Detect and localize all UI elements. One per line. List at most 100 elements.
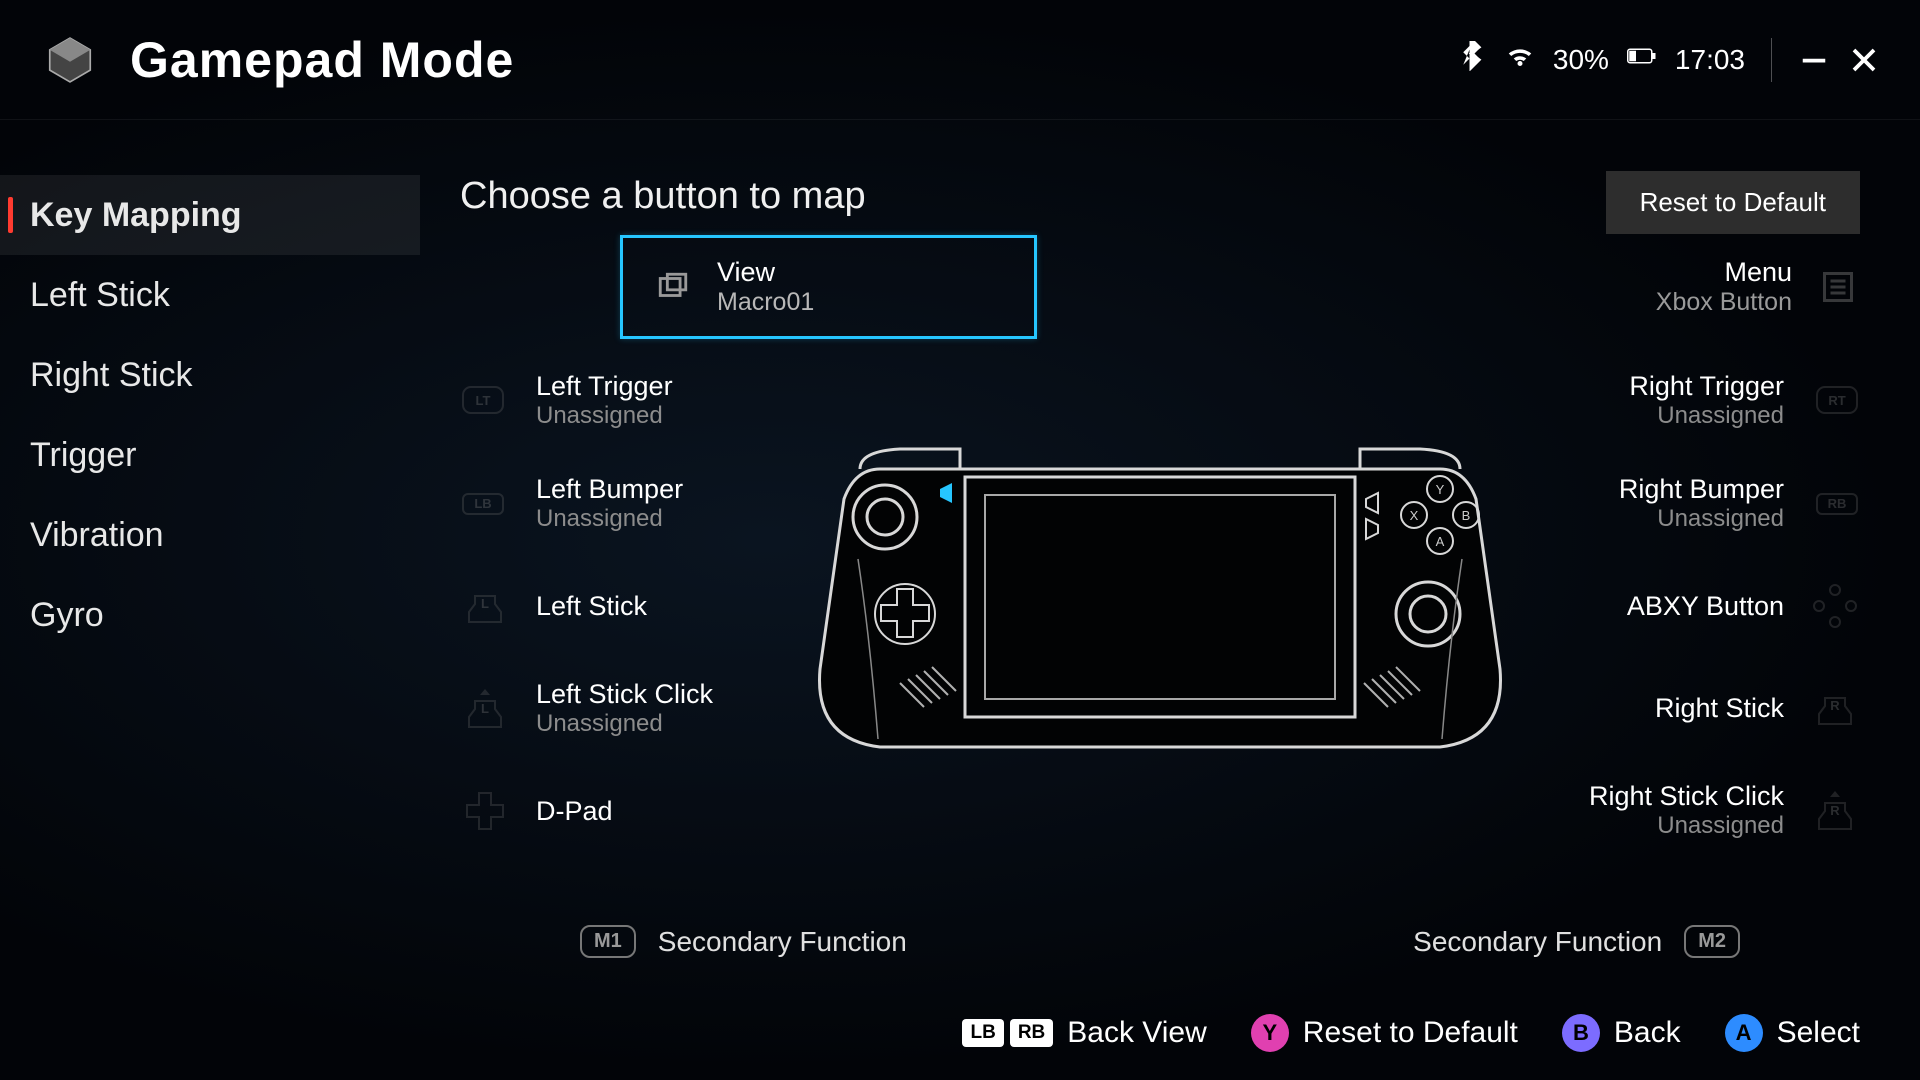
b-button-icon: B: [1562, 1014, 1600, 1052]
battery-percent: 30%: [1553, 44, 1609, 76]
map-label: Right Stick: [1655, 693, 1784, 724]
lb-tag: LB: [962, 1019, 1003, 1047]
sidebar-item-gyro[interactable]: Gyro: [0, 575, 420, 655]
sidebar-item-right-stick[interactable]: Right Stick: [0, 335, 420, 415]
map-sublabel: Unassigned: [1589, 812, 1784, 840]
view-icon: [653, 267, 693, 307]
sidebar-item-label: Gyro: [30, 596, 104, 635]
mapping-left-trigger[interactable]: LT Left Trigger Unassigned: [460, 371, 800, 430]
divider: [1771, 38, 1772, 82]
mapping-left-bumper[interactable]: LB Left Bumper Unassigned: [460, 474, 800, 533]
menu-title: Menu: [1656, 257, 1792, 288]
hint-label: Back View: [1067, 1016, 1207, 1050]
sidebar-item-label: Key Mapping: [30, 196, 242, 235]
hint-select[interactable]: A Select: [1725, 1014, 1860, 1052]
lb-icon: LB: [460, 483, 510, 525]
map-sublabel: Unassigned: [536, 402, 673, 430]
hint-back[interactable]: B Back: [1562, 1014, 1681, 1052]
map-sublabel: Unassigned: [536, 710, 713, 738]
menu-subtitle: Xbox Button: [1656, 288, 1792, 317]
map-label: ABXY Button: [1627, 591, 1784, 622]
mapping-right-stick-click[interactable]: Right Stick Click Unassigned R: [1520, 781, 1860, 840]
svg-text:RT: RT: [1828, 393, 1845, 408]
header: Gamepad Mode 30% 17:03: [0, 0, 1920, 120]
menu-icon: [1816, 265, 1860, 309]
hint-label: Back: [1614, 1016, 1681, 1050]
mapping-right-stick[interactable]: Right Stick R: [1520, 679, 1860, 737]
mapping-right-column: Right Trigger Unassigned RT Right Bumper…: [1520, 371, 1860, 840]
secondary-label: Secondary Function: [1413, 926, 1662, 958]
sidebar-item-label: Vibration: [30, 516, 164, 555]
svg-text:L: L: [481, 701, 489, 716]
page-title: Gamepad Mode: [130, 31, 514, 89]
hint-back-view[interactable]: LB RB Back View: [962, 1016, 1206, 1050]
handheld-illustration: Y A X B: [800, 439, 1520, 759]
secondary-m1[interactable]: M1 Secondary Function: [580, 925, 907, 958]
hint-label: Select: [1777, 1016, 1860, 1050]
svg-text:B: B: [1462, 508, 1471, 523]
mapping-left-stick[interactable]: L Left Stick: [460, 577, 800, 635]
map-label: Right Stick Click: [1589, 781, 1784, 812]
sidebar-item-vibration[interactable]: Vibration: [0, 495, 420, 575]
reset-default-button[interactable]: Reset to Default: [1606, 171, 1860, 234]
svg-text:R: R: [1830, 698, 1840, 713]
lt-icon: LT: [460, 380, 510, 422]
sidebar: Key Mapping Left Stick Right Stick Trigg…: [0, 175, 420, 655]
footer-hints: LB RB Back View Y Reset to Default B Bac…: [962, 1014, 1860, 1052]
mapping-right-bumper[interactable]: Right Bumper Unassigned RB: [1520, 474, 1860, 533]
map-label: Left Bumper: [536, 474, 683, 505]
svg-text:Y: Y: [1436, 482, 1445, 497]
secondary-row: M1 Secondary Function Secondary Function…: [460, 925, 1860, 958]
secondary-label: Secondary Function: [658, 926, 907, 958]
m2-badge: M2: [1684, 925, 1740, 958]
close-button[interactable]: [1848, 44, 1880, 76]
svg-text:LT: LT: [476, 393, 491, 408]
svg-text:LB: LB: [474, 496, 491, 511]
mapping-view-button[interactable]: View Macro01: [620, 235, 1037, 339]
rb-icon: RB: [1810, 483, 1860, 525]
left-stick-click-icon: L: [460, 688, 510, 730]
map-label: Left Trigger: [536, 371, 673, 402]
sidebar-item-key-mapping[interactable]: Key Mapping: [0, 175, 420, 255]
right-stick-click-icon: R: [1810, 790, 1860, 832]
clock-time: 17:03: [1675, 44, 1745, 76]
svg-text:L: L: [481, 596, 489, 611]
m1-badge: M1: [580, 925, 636, 958]
a-button-icon: A: [1725, 1014, 1763, 1052]
rt-icon: RT: [1810, 380, 1860, 422]
mapping-left-column: LT Left Trigger Unassigned LB Left Bumpe…: [460, 371, 800, 840]
mapping-dpad[interactable]: D-Pad: [460, 782, 800, 840]
minimize-button[interactable]: [1798, 44, 1830, 76]
view-title: View: [717, 257, 814, 288]
mapping-left-stick-click[interactable]: L Left Stick Click Unassigned: [460, 679, 800, 738]
right-stick-icon: R: [1810, 687, 1860, 729]
map-label: Left Stick Click: [536, 679, 713, 710]
sidebar-item-label: Trigger: [30, 436, 136, 475]
sidebar-item-label: Left Stick: [30, 276, 170, 315]
mapping-menu-button[interactable]: Menu Xbox Button: [1656, 235, 1860, 339]
dpad-icon: [460, 790, 510, 832]
svg-text:RB: RB: [1828, 496, 1847, 511]
secondary-m2[interactable]: Secondary Function M2: [1413, 925, 1740, 958]
sidebar-item-trigger[interactable]: Trigger: [0, 415, 420, 495]
wifi-icon: [1505, 41, 1535, 78]
y-button-icon: Y: [1251, 1014, 1289, 1052]
sidebar-item-left-stick[interactable]: Left Stick: [0, 255, 420, 335]
svg-text:A: A: [1436, 534, 1445, 549]
left-stick-icon: L: [460, 585, 510, 627]
bluetooth-icon: [1457, 41, 1487, 78]
mapping-abxy[interactable]: ABXY Button: [1520, 577, 1860, 635]
map-sublabel: Unassigned: [536, 505, 683, 533]
main-panel: Choose a button to map Reset to Default …: [460, 175, 1860, 218]
map-label: Left Stick: [536, 591, 647, 622]
map-label: D-Pad: [536, 796, 613, 827]
hint-reset[interactable]: Y Reset to Default: [1251, 1014, 1518, 1052]
map-label: Right Trigger: [1629, 371, 1784, 402]
map-sublabel: Unassigned: [1629, 402, 1784, 430]
mapping-right-trigger[interactable]: Right Trigger Unassigned RT: [1520, 371, 1860, 430]
map-label: Right Bumper: [1619, 474, 1784, 505]
battery-icon: [1627, 41, 1657, 78]
abxy-icon: [1810, 585, 1860, 627]
hint-label: Reset to Default: [1303, 1016, 1518, 1050]
rb-tag: RB: [1010, 1019, 1053, 1047]
